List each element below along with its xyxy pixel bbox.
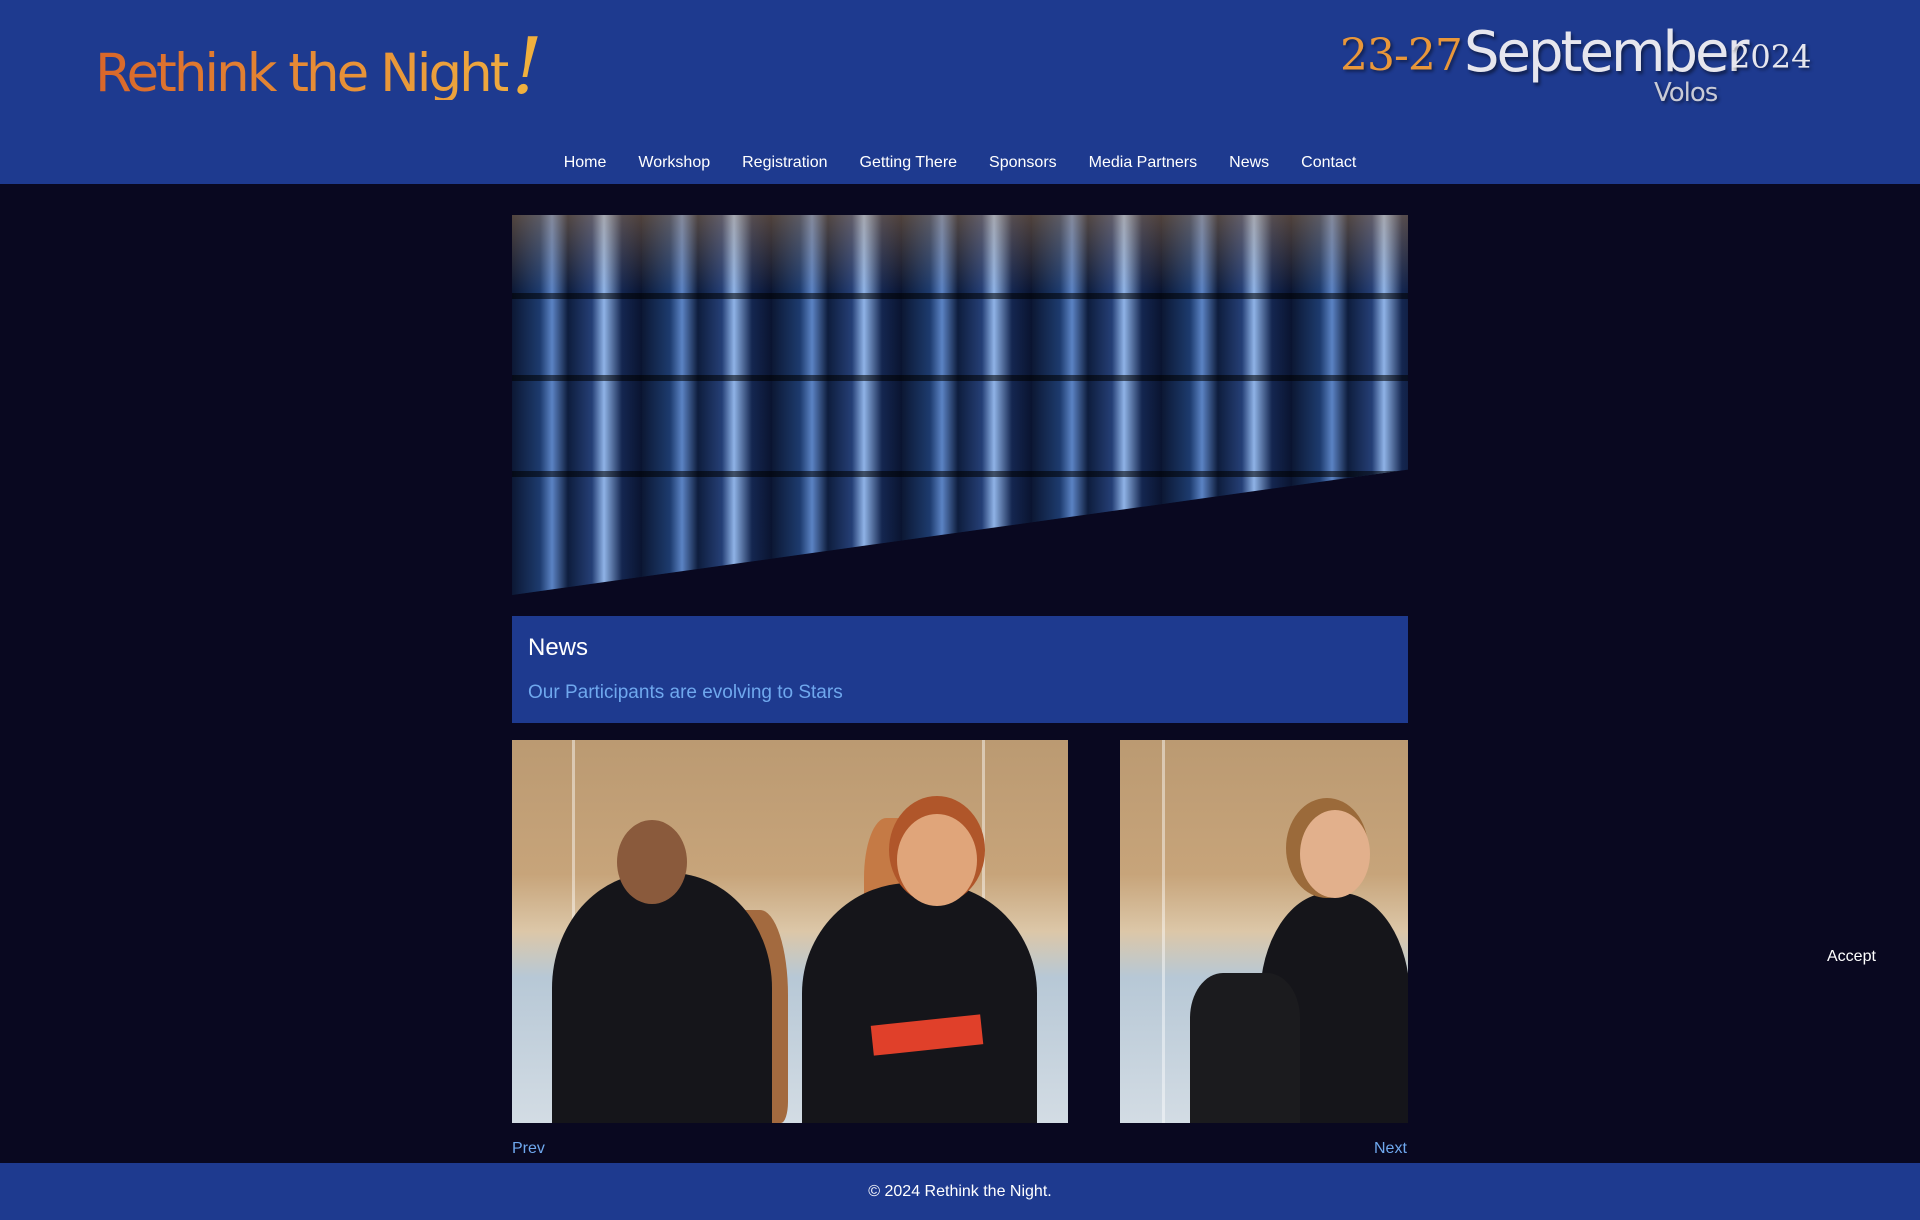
main-nav: Home Workshop Registration Getting There…: [0, 150, 1920, 180]
carousel-next-link[interactable]: Next: [1374, 1140, 1407, 1158]
cookie-accept-button[interactable]: Accept: [1827, 948, 1876, 966]
display-case-edge: [1162, 740, 1165, 1123]
news-heading: News: [528, 634, 589, 661]
nav-item-news[interactable]: News: [1213, 150, 1285, 180]
site-footer: © 2024 Rethink the Night.: [0, 1163, 1920, 1220]
logo-text: Rethink the Night: [95, 43, 510, 104]
logo-exclamation-mark: !: [511, 22, 543, 112]
hero-image-ledge: [512, 293, 1408, 299]
news-article-link[interactable]: Our Participants are evolving to Stars: [528, 682, 843, 704]
hero-image: [512, 215, 1408, 595]
person-right-head: [897, 814, 977, 906]
dates-year: 2024: [1730, 38, 1812, 76]
nav-item-home[interactable]: Home: [548, 150, 623, 180]
nav-item-getting-there[interactable]: Getting There: [844, 150, 974, 180]
nav-item-registration[interactable]: Registration: [726, 150, 843, 180]
nav-item-contact[interactable]: Contact: [1285, 150, 1372, 180]
event-dates-banner: 23-27 September 2024 Volos: [1340, 20, 1820, 110]
hero-image-ledge: [512, 471, 1408, 477]
site-logo[interactable]: Rethink the Night !: [95, 26, 543, 106]
carousel-photo-handshake: [512, 740, 1068, 1123]
carousel-prev-link[interactable]: Prev: [512, 1140, 545, 1158]
nav-item-workshop[interactable]: Workshop: [622, 150, 726, 180]
person-left-head: [617, 820, 687, 904]
person-visitor-head: [1300, 810, 1370, 898]
dates-range: 23-27: [1340, 30, 1463, 81]
site-header: Rethink the Night ! 23-27 September 2024…: [0, 0, 1920, 184]
person-right: [802, 883, 1037, 1123]
person-left: [552, 873, 772, 1123]
backpack: [1190, 973, 1300, 1123]
footer-copyright: © 2024 Rethink the Night.: [868, 1182, 1052, 1200]
dates-month: September: [1464, 20, 1750, 85]
nav-item-media-partners[interactable]: Media Partners: [1073, 150, 1214, 180]
carousel-photo-visitor: [1120, 740, 1408, 1123]
dates-city: Volos: [1654, 78, 1718, 108]
hero-image-ledge: [512, 375, 1408, 381]
nav-item-sponsors[interactable]: Sponsors: [973, 150, 1073, 180]
news-panel: News Our Participants are evolving to St…: [512, 616, 1408, 723]
